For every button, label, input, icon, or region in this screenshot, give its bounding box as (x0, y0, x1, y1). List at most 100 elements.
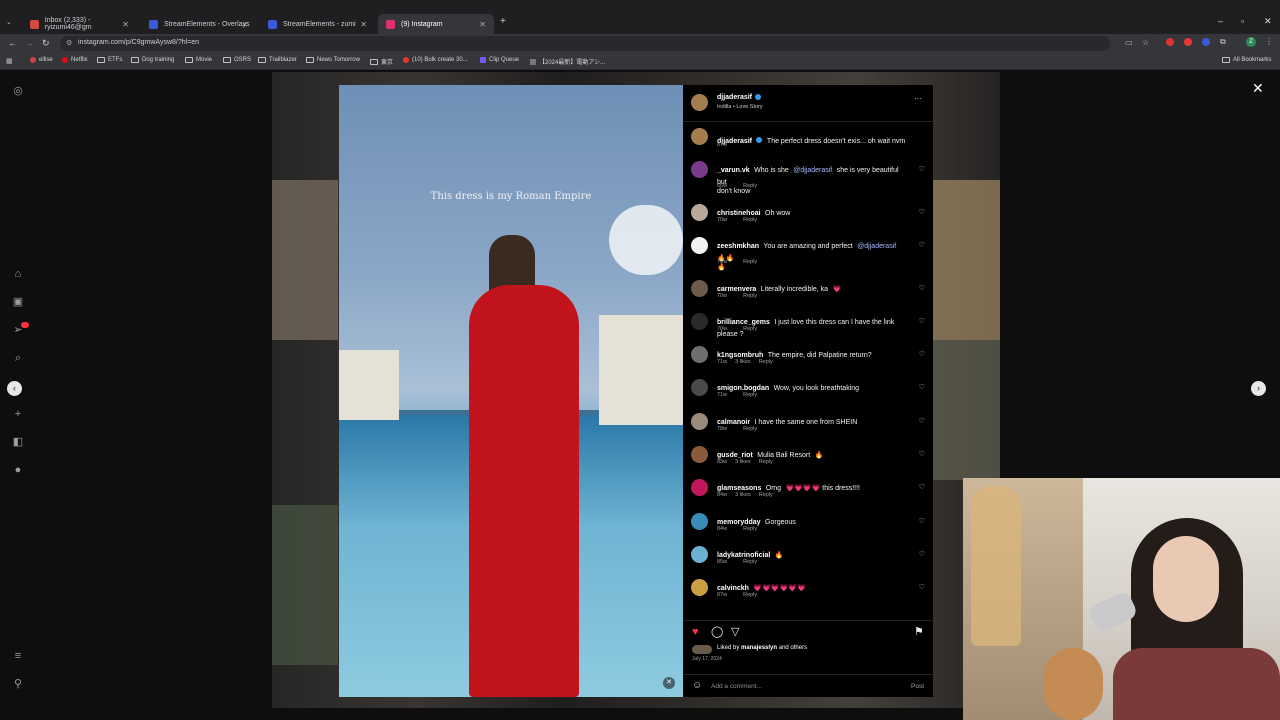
comment-username[interactable]: christinehoai (717, 210, 761, 217)
comment-like-icon[interactable]: ♡ (919, 165, 925, 173)
window-close-icon[interactable]: ✕ (1264, 16, 1272, 27)
avatar[interactable] (691, 513, 708, 530)
avatar[interactable] (691, 161, 708, 178)
reply-button[interactable]: Reply (743, 217, 757, 223)
threads-icon[interactable]: ⚲ (12, 678, 24, 690)
comment-username[interactable]: brilliance_gems (717, 319, 770, 326)
reply-button[interactable]: Reply (743, 293, 757, 299)
explore-icon[interactable]: ◧ (12, 436, 24, 448)
comment-like-icon[interactable]: ♡ (919, 583, 925, 591)
close-tab-icon[interactable]: ✕ (241, 20, 248, 29)
close-post-icon[interactable]: ✕ (1252, 80, 1264, 97)
reply-button[interactable]: Reply (743, 559, 757, 565)
author-avatar[interactable] (691, 94, 708, 111)
minimize-icon[interactable]: – (1218, 16, 1223, 26)
site-info-icon[interactable]: ⚙ (66, 39, 72, 47)
comment-username[interactable]: _varun.vk (717, 167, 750, 174)
reply-button[interactable]: Reply (743, 526, 757, 532)
comment-mention[interactable]: @djjaderasif (857, 243, 896, 250)
avatar[interactable] (691, 413, 708, 430)
back-icon[interactable]: ← (8, 38, 17, 48)
share-icon[interactable]: ▽ (731, 625, 739, 638)
search-icon[interactable]: ⌕ (12, 352, 24, 364)
extensions-puzzle-icon[interactable]: ⧉ (1220, 37, 1226, 47)
cast-icon[interactable]: ▭ (1125, 38, 1133, 47)
audio-track[interactable]: Indilla • Love Story (717, 104, 763, 110)
comment-username[interactable]: calmanoir (717, 419, 750, 426)
bookmark-item[interactable]: Trailblazer (258, 57, 297, 63)
save-bookmark-icon[interactable]: ⚑ (914, 625, 924, 638)
comment-username[interactable]: carmenvera (717, 286, 756, 293)
reply-button[interactable]: Reply (759, 359, 773, 365)
all-bookmarks[interactable]: All Bookmarks (1222, 57, 1271, 63)
comment-like-icon[interactable]: ♡ (919, 284, 925, 292)
reply-button[interactable]: Reply (743, 392, 757, 398)
comment-likes[interactable]: 3 likes (735, 359, 751, 365)
reply-button[interactable]: Reply (759, 459, 773, 465)
reply-button[interactable]: Reply (743, 326, 757, 332)
comment-username[interactable]: glamseasons (717, 485, 761, 492)
comment-like-icon[interactable]: ♡ (919, 208, 925, 216)
add-comment-input[interactable]: Add a comment... (711, 683, 762, 690)
reload-icon[interactable]: ↻ (42, 38, 50, 49)
home-icon[interactable]: ⌂ (12, 268, 24, 280)
mute-icon[interactable]: ✕ (663, 677, 675, 689)
comment-icon[interactable]: ◯ (711, 625, 723, 638)
maximize-icon[interactable]: ▫ (1241, 16, 1244, 26)
previous-post-button[interactable]: ‹ (7, 381, 22, 396)
avatar[interactable] (691, 280, 708, 297)
comment-username[interactable]: calvinckh (717, 585, 749, 592)
reply-button[interactable]: Reply (743, 592, 757, 598)
liked-by-user[interactable]: manajesslyn (741, 645, 777, 651)
reels-icon[interactable]: ▣ (12, 296, 24, 308)
comment-like-icon[interactable]: ♡ (919, 317, 925, 325)
close-tab-icon[interactable]: ✕ (122, 20, 129, 29)
profile-avatar[interactable]: Z (1246, 37, 1256, 47)
close-tab-icon[interactable]: ✕ (479, 20, 486, 29)
avatar[interactable] (691, 237, 708, 254)
url-bar[interactable]: ⚙ instagram.com/p/C9gmwAysw8/?hl=en (60, 36, 1110, 51)
author-username[interactable]: djjaderasif (717, 94, 752, 101)
more-menu-icon[interactable]: ≡ (12, 650, 24, 662)
bookmark-item[interactable]: ETFs (97, 57, 122, 63)
avatar[interactable] (691, 579, 708, 596)
comment-username[interactable]: ladykatrinoficial (717, 552, 770, 559)
bookmark-item[interactable]: OSRS (223, 57, 251, 63)
liked-by-others[interactable]: and others (779, 645, 807, 651)
comment-mention[interactable]: @djjaderasif (793, 167, 832, 174)
bookmark-item[interactable]: Netflix (62, 57, 88, 63)
bookmark-item[interactable]: ellise (30, 57, 53, 63)
tab-search-icon[interactable]: ⌄ (6, 18, 12, 26)
comment-username[interactable]: zeeshmkhan (717, 243, 759, 250)
comment-likes[interactable]: 3 likes (735, 459, 751, 465)
forward-icon[interactable]: → (25, 38, 34, 48)
comment-username[interactable]: gusde_riot (717, 452, 753, 459)
post-video[interactable]: This dress is my Roman Empire ✕ (339, 85, 683, 697)
avatar[interactable] (691, 479, 708, 496)
bookmark-item[interactable]: News Tomorrow (306, 57, 360, 63)
menu-kebab-icon[interactable]: ⋮ (1265, 37, 1273, 46)
comment-like-icon[interactable]: ♡ (919, 241, 925, 249)
tab-streamelements-overlays[interactable]: StreamElements - Overlays ✕ (141, 14, 256, 34)
reply-button[interactable]: Reply (743, 183, 757, 189)
tab-streamelements-zumi[interactable]: StreamElements - zumi ✕ (260, 14, 375, 34)
comment-username[interactable]: smigon.bogdan (717, 385, 769, 392)
avatar[interactable] (691, 204, 708, 221)
bookmark-item[interactable]: Clip Queue (480, 57, 519, 63)
close-tab-icon[interactable]: ✕ (360, 20, 367, 29)
bookmark-item[interactable]: 【2024最新】電動アシ... (530, 57, 605, 66)
comment-like-icon[interactable]: ♡ (919, 517, 925, 525)
comment-likes[interactable]: 3 likes (735, 492, 751, 498)
avatar[interactable] (691, 346, 708, 363)
comment-like-icon[interactable]: ♡ (919, 450, 925, 458)
bookmark-item[interactable]: (10) Bulk create 30... (403, 57, 468, 63)
bookmark-item[interactable]: Dog training (131, 57, 174, 63)
instagram-logo-icon[interactable]: ◎ (12, 85, 24, 97)
reply-button[interactable]: Reply (743, 426, 757, 432)
comment-like-icon[interactable]: ♡ (919, 483, 925, 491)
comment-username[interactable]: k1ngsombruh (717, 352, 763, 359)
profile-icon[interactable]: ● (12, 464, 24, 476)
reply-button[interactable]: Reply (759, 492, 773, 498)
next-post-button[interactable]: › (1251, 381, 1266, 396)
bookmark-star-icon[interactable]: ☆ (1142, 38, 1149, 47)
